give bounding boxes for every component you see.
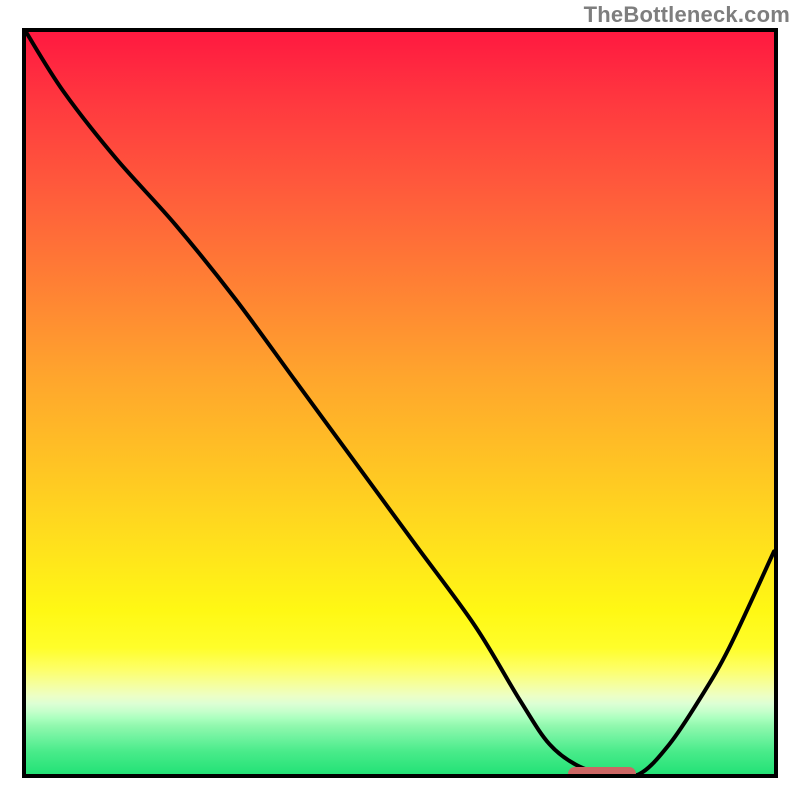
bottleneck-curve-path: [26, 32, 774, 774]
chart-area: [22, 28, 778, 778]
optimal-point-marker: [568, 767, 635, 778]
watermark-text: TheBottleneck.com: [584, 2, 790, 28]
bottleneck-curve-svg: [26, 32, 774, 774]
